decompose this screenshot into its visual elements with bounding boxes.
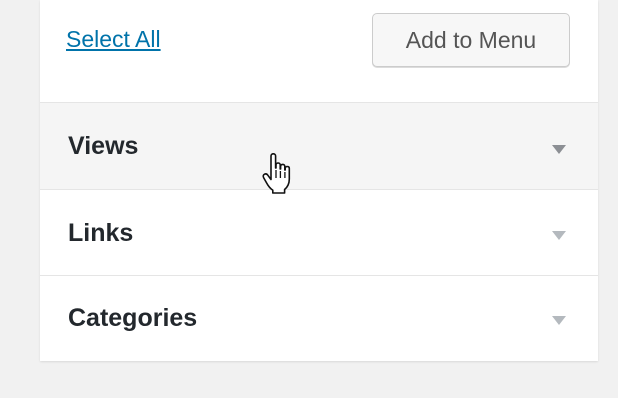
section-title-links: Links: [68, 219, 134, 247]
section-title-views: Views: [68, 132, 139, 160]
select-all-link[interactable]: Select All: [66, 26, 161, 53]
add-menu-items-actions: Select All Add to Menu: [40, 0, 598, 103]
add-to-menu-button[interactable]: Add to Menu: [372, 13, 570, 67]
chevron-down-icon[interactable]: [552, 145, 566, 154]
accordion-section-views[interactable]: Views: [40, 103, 598, 190]
hand-pointer-icon: [262, 153, 291, 194]
accordion-section-links[interactable]: Links: [40, 190, 598, 276]
menu-items-panel: Select All Add to Menu Views Links Categ…: [40, 0, 598, 361]
chevron-down-icon[interactable]: [552, 316, 566, 325]
chevron-down-icon[interactable]: [552, 231, 566, 240]
accordion-section-categories[interactable]: Categories: [40, 276, 598, 361]
section-title-categories: Categories: [68, 304, 198, 332]
